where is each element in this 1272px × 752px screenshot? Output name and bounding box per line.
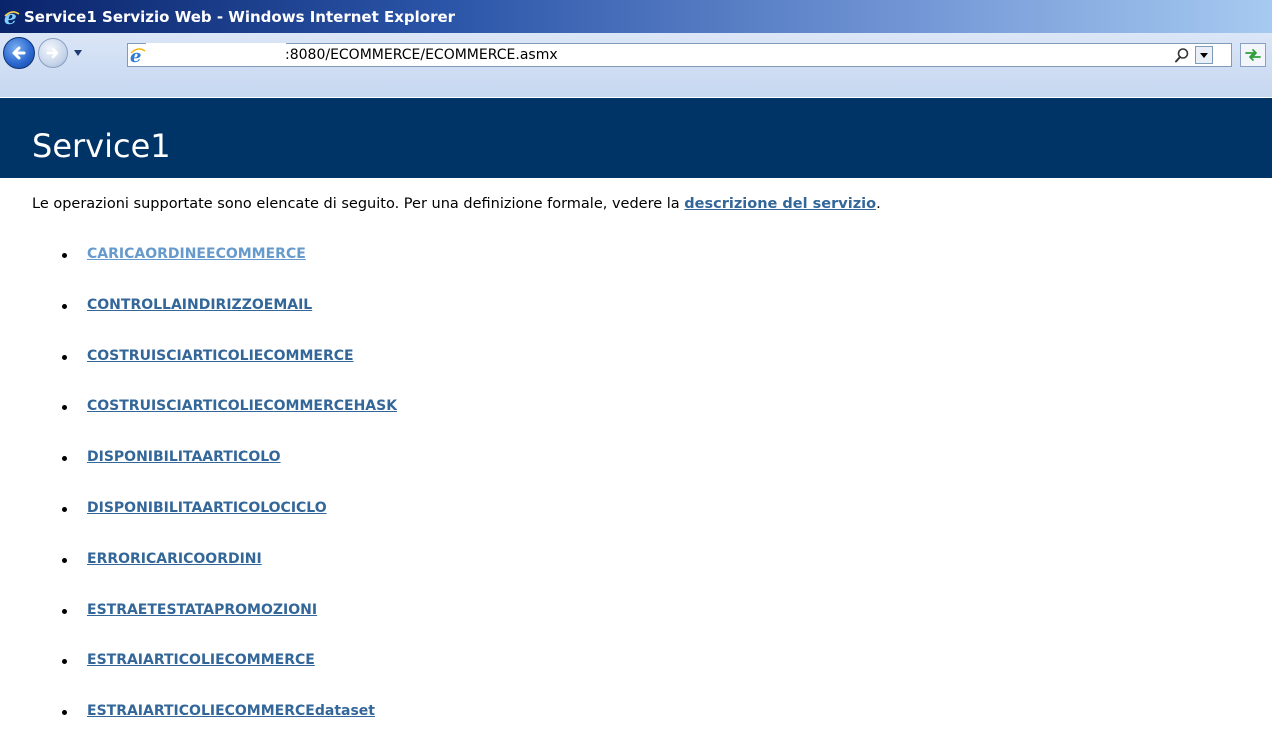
- bullet-icon: [62, 608, 67, 614]
- operation-link[interactable]: DISPONIBILITAARTICOLOCICLO: [87, 498, 327, 518]
- forward-arrow-icon: [46, 47, 59, 59]
- list-item: ERRORICARICOORDINI: [62, 549, 397, 600]
- list-item: CONTROLLAINDIRIZZOEMAIL: [62, 295, 397, 346]
- service-description-link[interactable]: descrizione del servizio: [684, 196, 876, 212]
- list-item: ESTRAETESTATAPROMOZIONI: [62, 600, 397, 651]
- bullet-icon: [62, 405, 67, 411]
- svg-text:e: e: [4, 8, 17, 26]
- chevron-down-icon: [1200, 52, 1208, 58]
- window-title: Service1 Servizio Web - Windows Internet…: [24, 7, 456, 26]
- bullet-icon: [62, 506, 67, 512]
- list-item: COSTRUISCIARTICOLIECOMMERCE: [62, 346, 397, 397]
- address-input[interactable]: :8080/ECOMMERCE/ECOMMERCE.asmx: [285, 47, 558, 63]
- operation-link[interactable]: CARICAORDINEECOMMERCE: [87, 244, 306, 264]
- bullet-icon: [62, 557, 67, 563]
- operation-link[interactable]: ESTRAETESTATAPROMOZIONI: [87, 600, 317, 620]
- search-icon[interactable]: [1173, 46, 1191, 64]
- recent-pages-dropdown[interactable]: [71, 46, 85, 60]
- list-item: DISPONIBILITAARTICOLOCICLO: [62, 498, 397, 549]
- list-item: ESTRAIARTICOLIECOMMERCE: [62, 650, 397, 701]
- list-item: CARICAORDINEECOMMERCE: [62, 244, 397, 295]
- operation-link[interactable]: CONTROLLAINDIRIZZOEMAIL: [87, 295, 312, 315]
- operations-list: CARICAORDINEECOMMERCE CONTROLLAINDIRIZZO…: [62, 244, 397, 752]
- window-title-bar: e Service1 Servizio Web - Windows Intern…: [0, 0, 1272, 33]
- back-button[interactable]: [3, 37, 35, 69]
- bullet-icon: [62, 456, 67, 462]
- ie-logo-icon: e: [3, 8, 21, 26]
- address-dropdown-button[interactable]: [1195, 46, 1213, 64]
- list-item: ESTRAIARTICOLIECOMMERCEdataset: [62, 701, 397, 752]
- bullet-icon: [62, 354, 67, 360]
- list-item: DISPONIBILITAARTICOLO: [62, 447, 397, 498]
- page-icon: e: [130, 46, 146, 64]
- page-title: Service1: [32, 127, 171, 165]
- redacted-host: [146, 43, 286, 66]
- bullet-icon: [62, 710, 67, 716]
- page-header: [0, 98, 1272, 178]
- bullet-icon: [62, 303, 67, 309]
- navigation-bar: e :8080/ECOMMERCE/ECOMMERCE.asmx: [0, 33, 1272, 97]
- bullet-icon: [62, 659, 67, 665]
- operation-link[interactable]: ESTRAIARTICOLIECOMMERCEdataset: [87, 701, 375, 721]
- forward-button[interactable]: [38, 38, 68, 68]
- refresh-button[interactable]: [1240, 43, 1266, 67]
- operation-link[interactable]: DISPONIBILITAARTICOLO: [87, 447, 281, 467]
- chevron-down-icon: [74, 50, 82, 56]
- intro-text: Le operazioni supportate sono elencate d…: [32, 196, 881, 212]
- back-arrow-icon: [12, 46, 26, 60]
- bullet-icon: [62, 253, 67, 258]
- operation-link[interactable]: ESTRAIARTICOLIECOMMERCE: [87, 650, 315, 670]
- operation-link[interactable]: COSTRUISCIARTICOLIECOMMERCE: [87, 346, 354, 366]
- intro-sentence: Le operazioni supportate sono elencate d…: [32, 196, 685, 212]
- intro-period: .: [876, 196, 881, 212]
- operation-link[interactable]: ERRORICARICOORDINI: [87, 549, 262, 569]
- refresh-icon: [1245, 49, 1261, 61]
- list-item: COSTRUISCIARTICOLIECOMMERCEHASK: [62, 396, 397, 447]
- operation-link[interactable]: COSTRUISCIARTICOLIECOMMERCEHASK: [87, 396, 397, 416]
- address-bar[interactable]: e :8080/ECOMMERCE/ECOMMERCE.asmx: [127, 43, 1232, 67]
